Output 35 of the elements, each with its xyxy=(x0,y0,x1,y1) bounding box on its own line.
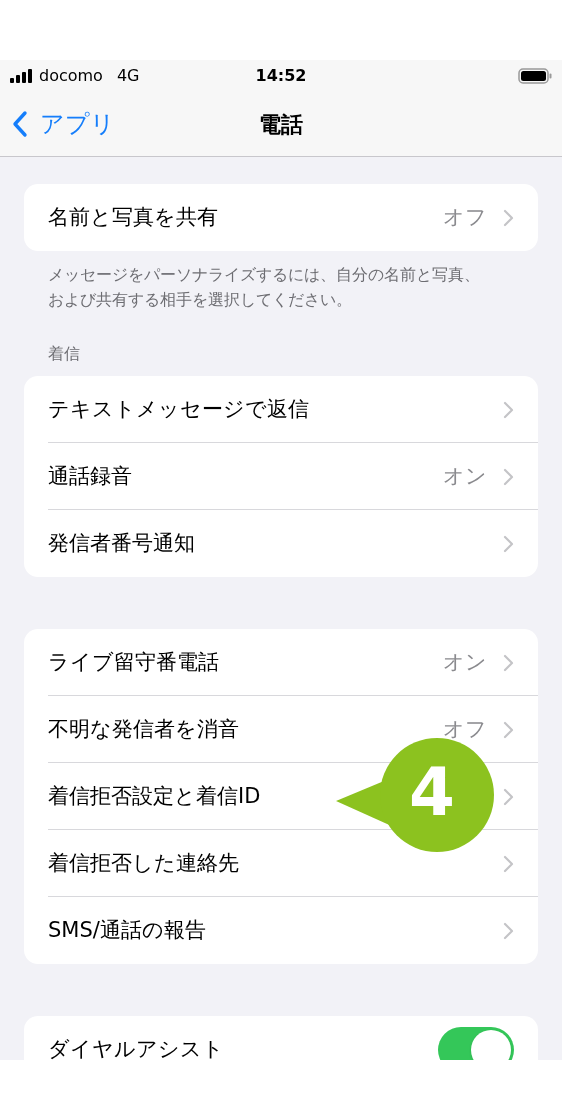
section-header: 着信 xyxy=(47,343,81,365)
signal-icon xyxy=(10,69,34,83)
row-label[interactable]: テキストメッセージで返信 xyxy=(48,393,309,426)
step-number: 4 xyxy=(409,758,455,828)
row-label[interactable]: 不明な発信者を消音 xyxy=(48,713,239,746)
row-label[interactable]: ダイヤルアシスト xyxy=(48,1033,224,1060)
chevron-icon xyxy=(503,400,514,419)
section-footer: メッセージをパーソナライズするには、自分の名前と写真、および共有する相手を選択してください。 xyxy=(0,251,562,312)
row-value: オフ xyxy=(443,203,487,231)
chevron-icon xyxy=(503,787,514,806)
chevron-icon xyxy=(503,534,514,553)
back-chevron-icon xyxy=(12,110,28,138)
row-label[interactable]: 通話録音 xyxy=(48,460,132,493)
carrier-name: docomo xyxy=(39,65,103,87)
page-title: 電話 xyxy=(259,110,303,139)
row-label[interactable]: 発信者番号通知 xyxy=(48,527,195,560)
chevron-icon xyxy=(503,208,514,227)
chevron-icon xyxy=(503,467,514,486)
row-label[interactable]: 着信拒否設定と着信ID xyxy=(48,780,261,813)
chevron-icon xyxy=(503,854,514,873)
row-value: オン xyxy=(443,462,487,490)
row-label[interactable]: ライブ留守番電話 xyxy=(48,646,219,679)
chevron-icon xyxy=(503,653,514,672)
battery-icon xyxy=(518,68,552,84)
row-label[interactable]: 着信拒否した連絡先 xyxy=(48,847,239,880)
toggle-switch[interactable] xyxy=(438,1026,514,1060)
row-value: オフ xyxy=(443,715,487,743)
row-label[interactable]: 名前と写真を共有 xyxy=(48,201,218,234)
back-button[interactable]: アプリ xyxy=(12,106,115,142)
chevron-icon xyxy=(503,720,514,739)
status-time: 14:52 xyxy=(255,65,307,87)
row-value: オン xyxy=(443,648,487,676)
network-type: 4G xyxy=(116,65,140,87)
chevron-icon xyxy=(503,921,514,940)
row-label[interactable]: SMS/通話の報告 xyxy=(48,914,206,947)
